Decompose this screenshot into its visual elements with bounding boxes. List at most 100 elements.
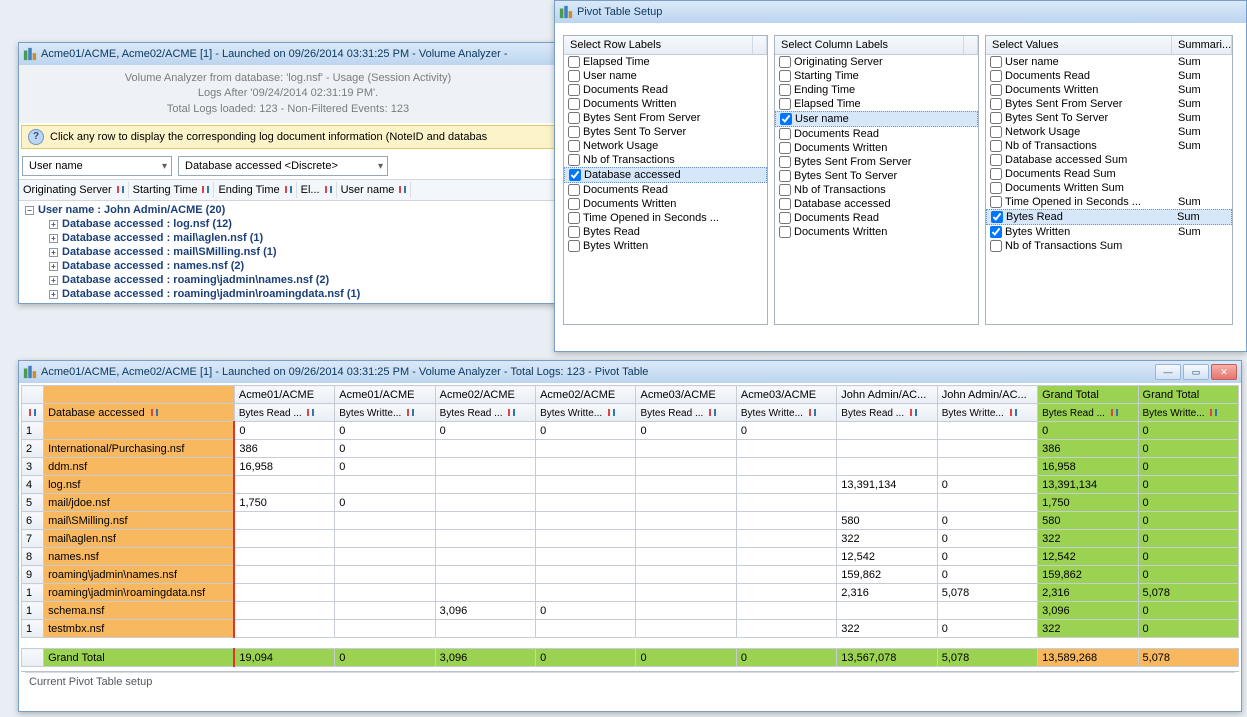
va-column-header[interactable]: Ending Time (214, 182, 296, 198)
field-option[interactable]: Originating Server (775, 55, 978, 69)
field-option[interactable]: Elapsed Time (564, 55, 767, 69)
tree-child-row[interactable]: Database accessed : log.nsf (12) (23, 217, 553, 231)
field-option[interactable]: Documents Read Sum (986, 167, 1232, 181)
pivot-col-sub[interactable]: Bytes Writte... (937, 404, 1037, 422)
field-option[interactable]: Nb of TransactionsSum (986, 139, 1232, 153)
pivot-col-sub[interactable]: Bytes Writte... (536, 404, 636, 422)
field-checkbox[interactable] (990, 126, 1002, 138)
field-checkbox[interactable] (568, 154, 580, 166)
field-checkbox[interactable] (990, 154, 1002, 166)
field-checkbox[interactable] (568, 56, 580, 68)
field-option[interactable]: Nb of Transactions Sum (986, 239, 1232, 253)
field-checkbox[interactable] (779, 142, 791, 154)
pivot-col-group[interactable]: Acme03/ACME (736, 386, 836, 404)
field-option[interactable]: Bytes Read (564, 225, 767, 239)
panel-header[interactable]: Select Values (986, 36, 1172, 54)
va-column-header[interactable]: Starting Time (129, 182, 215, 198)
field-option[interactable]: Documents Read (775, 211, 978, 225)
field-option[interactable]: Time Opened in Seconds ...Sum (986, 195, 1232, 209)
pivot-row[interactable]: 100000000 (22, 422, 1239, 440)
field-checkbox[interactable] (568, 70, 580, 82)
field-checkbox[interactable] (569, 169, 581, 181)
field-option[interactable]: Bytes Sent From Server (775, 155, 978, 169)
pivot-col-group[interactable]: Acme02/ACME (435, 386, 535, 404)
field-checkbox[interactable] (568, 126, 580, 138)
pivot-col-group[interactable]: Grand Total (1038, 386, 1138, 404)
field-checkbox[interactable] (990, 56, 1002, 68)
field-checkbox[interactable] (779, 70, 791, 82)
field-option[interactable]: Documents Read (775, 127, 978, 141)
field-option[interactable]: Documents Read (564, 183, 767, 197)
field-checkbox[interactable] (568, 240, 580, 252)
field-checkbox[interactable] (991, 211, 1003, 223)
field-checkbox[interactable] (568, 198, 580, 210)
field-checkbox[interactable] (990, 226, 1002, 238)
pivot-row[interactable]: 1schema.nsf3,09603,0960 (22, 602, 1239, 620)
pivot-col-group[interactable]: Acme02/ACME (536, 386, 636, 404)
expander-icon[interactable] (49, 248, 58, 257)
pivot-col-group[interactable]: Acme03/ACME (636, 386, 736, 404)
field-option[interactable]: Database accessed (564, 167, 767, 183)
field-option[interactable]: Network Usage (564, 139, 767, 153)
tree-child-row[interactable]: Database accessed : mail\SMilling.nsf (1… (23, 245, 553, 259)
field-option[interactable]: Documents WrittenSum (986, 83, 1232, 97)
field-option[interactable]: Bytes Written Sum (986, 225, 1232, 239)
expander-icon[interactable] (49, 234, 58, 243)
expander-icon[interactable] (49, 262, 58, 271)
tree-root-row[interactable]: User name : John Admin/ACME (20) (23, 203, 553, 217)
field-option[interactable]: Documents ReadSum (986, 69, 1232, 83)
field-checkbox[interactable] (779, 212, 791, 224)
pivot-col-group[interactable]: Grand Total (1138, 386, 1238, 404)
field-option[interactable]: Documents Written (775, 141, 978, 155)
pivot-col-group[interactable]: John Admin/AC... (937, 386, 1037, 404)
pivot-col-group[interactable]: Acme01/ACME (335, 386, 435, 404)
field-option[interactable]: Documents Written (564, 197, 767, 211)
tree-child-row[interactable]: Database accessed : roaming\jadmin\roami… (23, 287, 553, 301)
sort-icon[interactable] (397, 184, 406, 196)
minimize-button[interactable]: — (1155, 364, 1181, 380)
pivot-col-sub[interactable]: Bytes Read ... (636, 404, 736, 422)
field-checkbox[interactable] (779, 184, 791, 196)
field-checkbox[interactable] (779, 156, 791, 168)
expander-icon[interactable] (49, 220, 58, 229)
field-checkbox[interactable] (990, 84, 1002, 96)
field-option[interactable]: Bytes Read Sum (986, 209, 1232, 225)
field-checkbox[interactable] (568, 212, 580, 224)
field-option[interactable]: Nb of Transactions (775, 183, 978, 197)
field-checkbox[interactable] (990, 140, 1002, 152)
pivot-col-sub[interactable]: Bytes Writte... (335, 404, 435, 422)
field-option[interactable]: Bytes Sent From ServerSum (986, 97, 1232, 111)
tree-child-row[interactable]: Database accessed : mail\aglen.nsf (1) (23, 231, 553, 245)
field-option[interactable]: Nb of Transactions (564, 153, 767, 167)
sort-icon[interactable] (323, 184, 332, 196)
field-checkbox[interactable] (990, 196, 1002, 208)
field-checkbox[interactable] (779, 56, 791, 68)
pivot-col-sub[interactable]: Bytes Read ... (234, 404, 334, 422)
expander-icon[interactable] (49, 276, 58, 285)
field-checkbox[interactable] (780, 113, 792, 125)
field-option[interactable]: User nameSum (986, 55, 1232, 69)
field-checkbox[interactable] (779, 84, 791, 96)
sort-icon[interactable] (283, 184, 292, 196)
field-option[interactable]: Bytes Sent To ServerSum (986, 111, 1232, 125)
pivot-row[interactable]: 2International/Purchasing.nsf38603860 (22, 440, 1239, 458)
combo-database-accessed[interactable]: Database accessed <Discrete> (178, 156, 388, 176)
pivot-row[interactable]: 7mail\aglen.nsf32203220 (22, 530, 1239, 548)
field-option[interactable]: Ending Time (775, 83, 978, 97)
pivot-row[interactable]: 3ddm.nsf16,958016,9580 (22, 458, 1239, 476)
panel-header[interactable]: Select Row Labels (564, 36, 753, 54)
sort-icon[interactable] (200, 184, 209, 196)
field-checkbox[interactable] (990, 168, 1002, 180)
pivot-row[interactable]: 1roaming\jadmin\roamingdata.nsf2,3165,07… (22, 584, 1239, 602)
row-filter[interactable] (22, 404, 44, 422)
field-option[interactable]: Network UsageSum (986, 125, 1232, 139)
field-option[interactable]: Starting Time (775, 69, 978, 83)
field-checkbox[interactable] (779, 98, 791, 110)
field-checkbox[interactable] (779, 226, 791, 238)
pivot-col-sub[interactable]: Bytes Writte... (1138, 404, 1238, 422)
field-checkbox[interactable] (990, 98, 1002, 110)
field-checkbox[interactable] (568, 98, 580, 110)
maximize-button[interactable]: ▭ (1183, 364, 1209, 380)
field-checkbox[interactable] (779, 170, 791, 182)
field-checkbox[interactable] (990, 70, 1002, 82)
